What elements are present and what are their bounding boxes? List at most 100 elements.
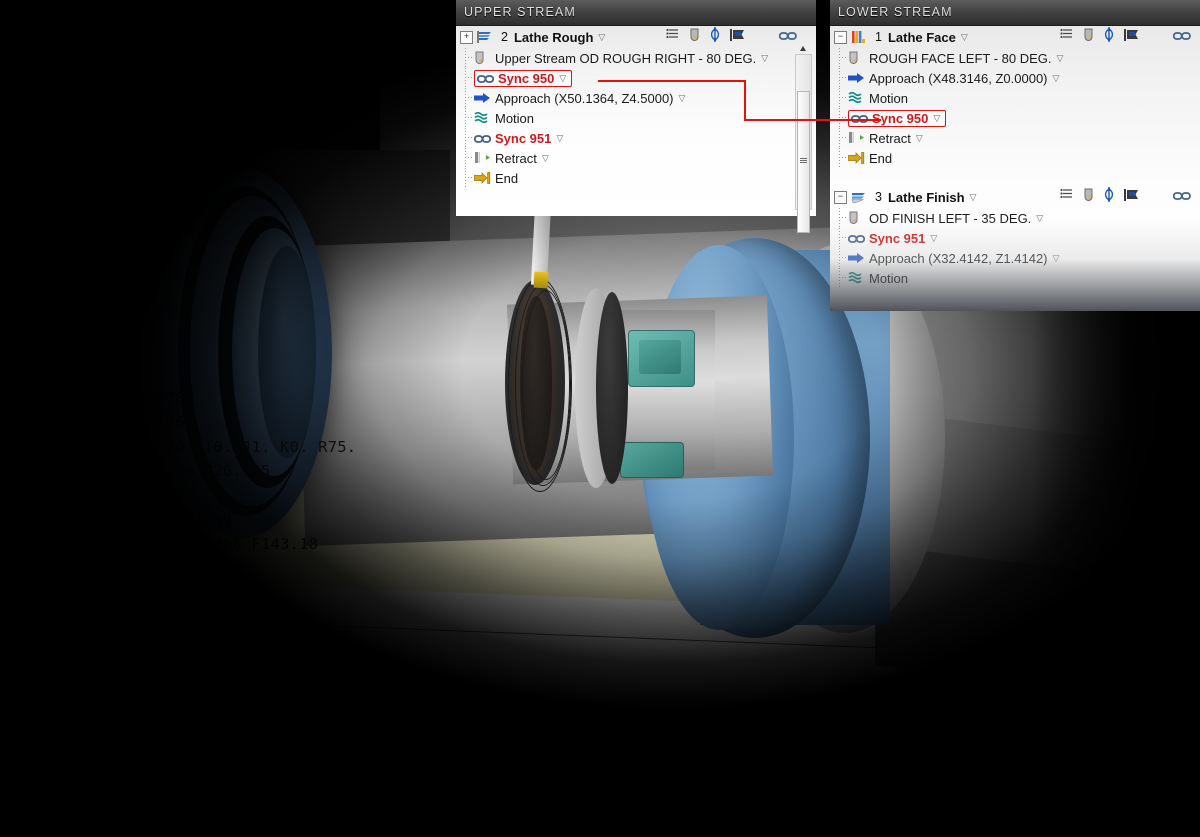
minus-box-icon[interactable]: − bbox=[834, 30, 847, 44]
tree-row[interactable]: Motion bbox=[456, 108, 816, 128]
tree-row[interactable]: Motion bbox=[830, 88, 1200, 108]
chevron-down-icon[interactable]: ▽ bbox=[679, 93, 686, 104]
tree-guide-tick bbox=[465, 77, 472, 78]
lower-group-toolbar[interactable] bbox=[1060, 187, 1191, 207]
chevron-down-icon[interactable]: ▽ bbox=[961, 32, 968, 43]
tool-icon bbox=[848, 51, 865, 66]
upper-group-number: 2 bbox=[501, 30, 508, 44]
tree-guide-line bbox=[465, 128, 466, 148]
tree-row-label: End bbox=[495, 170, 519, 186]
chevron-down-icon[interactable]: ▽ bbox=[970, 192, 977, 203]
flag-icon[interactable] bbox=[1124, 188, 1140, 207]
axis-icon[interactable] bbox=[1103, 27, 1115, 47]
lathe-face-icon bbox=[851, 30, 868, 45]
tree-row-content: Retract ▽ bbox=[474, 151, 549, 166]
chevron-down-icon[interactable]: ▽ bbox=[598, 32, 605, 43]
gcode-line bbox=[118, 289, 418, 313]
tree-guide-tick bbox=[465, 137, 472, 138]
flag-icon[interactable] bbox=[730, 28, 746, 47]
gcode-line: .028 Z19.756 F143.18 bbox=[118, 534, 319, 553]
chain-link-icon[interactable] bbox=[1172, 188, 1191, 206]
tree-row[interactable]: ROUGH FACE LEFT - 80 DEG. ▽ bbox=[830, 48, 1200, 68]
lower-group-name: Lathe Face bbox=[887, 29, 956, 45]
tool-icon[interactable] bbox=[689, 28, 700, 47]
upper-group-toolbar[interactable] bbox=[666, 27, 797, 47]
tree-row-label: Upper Stream OD ROUGH RIGHT - 80 DEG. bbox=[495, 50, 757, 66]
tree-guide-line bbox=[465, 88, 466, 108]
tree-row-content: Motion bbox=[848, 91, 908, 106]
scroll-up-icon[interactable] bbox=[797, 43, 810, 54]
tree-row-label: Retract bbox=[495, 150, 537, 166]
gcode-line bbox=[118, 240, 418, 264]
motion-icon bbox=[474, 111, 491, 126]
tool-icon[interactable] bbox=[1083, 188, 1094, 207]
chain-link-icon[interactable] bbox=[778, 28, 797, 46]
chevron-down-icon[interactable]: ▽ bbox=[933, 113, 940, 124]
gcode-line bbox=[118, 362, 418, 386]
plus-box-icon[interactable]: + bbox=[460, 30, 473, 44]
lower-stream-panel[interactable]: LOWER STREAM −1 Lathe Face ▽ ROUGH FACE LEF… bbox=[830, 0, 1200, 311]
retract-icon bbox=[848, 131, 865, 146]
scroll-thumb[interactable] bbox=[797, 91, 810, 233]
chevron-down-icon[interactable]: ▽ bbox=[556, 133, 563, 144]
params-icon[interactable] bbox=[1060, 28, 1074, 46]
tree-row-content: End bbox=[847, 151, 892, 166]
tree-row[interactable]: Upper Stream OD ROUGH RIGHT - 80 DEG. ▽ bbox=[456, 48, 816, 68]
axis-icon[interactable] bbox=[1103, 187, 1115, 207]
gcode-line: .088 Z19.738 bbox=[118, 583, 242, 602]
arrow-right-icon bbox=[474, 91, 491, 106]
upper-stream-tree[interactable]: + 2 Lathe Rough ▽ Upper Stream OD ROUGH … bbox=[456, 26, 816, 233]
axis-icon[interactable] bbox=[709, 27, 721, 47]
upper-stream-panel[interactable]: UPPER STREAM + 2 Lathe Rough ▽ Upper Str… bbox=[456, 0, 816, 233]
chevron-down-icon[interactable]: ▽ bbox=[916, 133, 923, 144]
tree-row[interactable]: Retract ▽ bbox=[456, 148, 816, 168]
tree-guide-line bbox=[839, 148, 840, 168]
gcode-line: .765 F71.59 bbox=[118, 510, 233, 529]
params-icon[interactable] bbox=[1060, 188, 1074, 206]
gcode-line: Y1.196 Z26.765 bbox=[118, 461, 271, 480]
tree-row[interactable]: Sync 950 ▽ bbox=[830, 108, 1200, 128]
tree-row[interactable]: Sync 951 ▽ bbox=[456, 128, 816, 148]
flag-icon[interactable] bbox=[1124, 28, 1140, 47]
tree-guide-line bbox=[465, 68, 466, 88]
upper-stream-row-list[interactable]: Upper Stream OD ROUGH RIGHT - 80 DEG. ▽ Sy… bbox=[456, 48, 816, 188]
tree-row[interactable]: End bbox=[456, 168, 816, 188]
tree-row[interactable]: Sync 950 ▽ bbox=[456, 68, 816, 88]
gcode-line: Z19.681 bbox=[118, 729, 223, 748]
chevron-down-icon[interactable]: ▽ bbox=[1057, 53, 1064, 64]
lower-group-toolbar[interactable] bbox=[1060, 27, 1191, 47]
retract-icon bbox=[474, 151, 491, 166]
tree-row[interactable]: Approach (X48.3146, Z0.0000) ▽ bbox=[830, 68, 1200, 88]
lower-group-lathe-finish[interactable]: − 3 Lathe Finish ▽ bbox=[830, 186, 1200, 208]
chevron-down-icon[interactable]: ▽ bbox=[542, 153, 549, 164]
gcode-line: .173 Z19.711 bbox=[118, 656, 242, 675]
lower-group-number: 3 bbox=[875, 190, 882, 204]
tree-guide-line bbox=[839, 108, 840, 128]
tree-row[interactable]: Approach (X50.1364, Z4.5000) ▽ bbox=[456, 88, 816, 108]
tree-row-label: Retract bbox=[869, 130, 911, 146]
tree-row[interactable]: End bbox=[830, 148, 1200, 168]
upper-stream-scrollbar[interactable] bbox=[795, 46, 812, 233]
tree-guide-line bbox=[465, 168, 466, 188]
tool-icon[interactable] bbox=[1083, 28, 1094, 47]
tree-guide-tick bbox=[839, 97, 846, 98]
minus-box-icon[interactable]: − bbox=[834, 190, 847, 204]
lower-group-lathe-face[interactable]: − 1 Lathe Face ▽ bbox=[830, 26, 1200, 48]
chain-link-icon[interactable] bbox=[1172, 28, 1191, 46]
lower-stream-tree[interactable]: −1 Lathe Face ▽ ROUGH FACE LEFT - 80 DEG. ▽ A… bbox=[830, 26, 1200, 311]
tree-row[interactable]: Retract ▽ bbox=[830, 128, 1200, 148]
chevron-down-icon[interactable]: ▽ bbox=[559, 73, 566, 84]
tree-guide-tick bbox=[465, 97, 472, 98]
tree-guide-tick bbox=[839, 57, 846, 58]
chevron-down-icon[interactable]: ▽ bbox=[761, 53, 768, 64]
chain-link-icon bbox=[476, 71, 495, 86]
gcode-line: Z19.702 bbox=[118, 680, 214, 699]
end-icon bbox=[847, 151, 865, 166]
toolpath-arc-3 bbox=[522, 290, 570, 480]
chevron-down-icon[interactable]: ▽ bbox=[1053, 73, 1060, 84]
upper-group-lathe-rough[interactable]: + 2 Lathe Rough ▽ bbox=[456, 26, 816, 48]
params-icon[interactable] bbox=[666, 28, 680, 46]
motion-icon bbox=[848, 91, 865, 106]
tree-row-content: Upper Stream OD ROUGH RIGHT - 80 DEG. ▽ bbox=[474, 51, 768, 66]
tree-guide-tick bbox=[839, 117, 846, 118]
